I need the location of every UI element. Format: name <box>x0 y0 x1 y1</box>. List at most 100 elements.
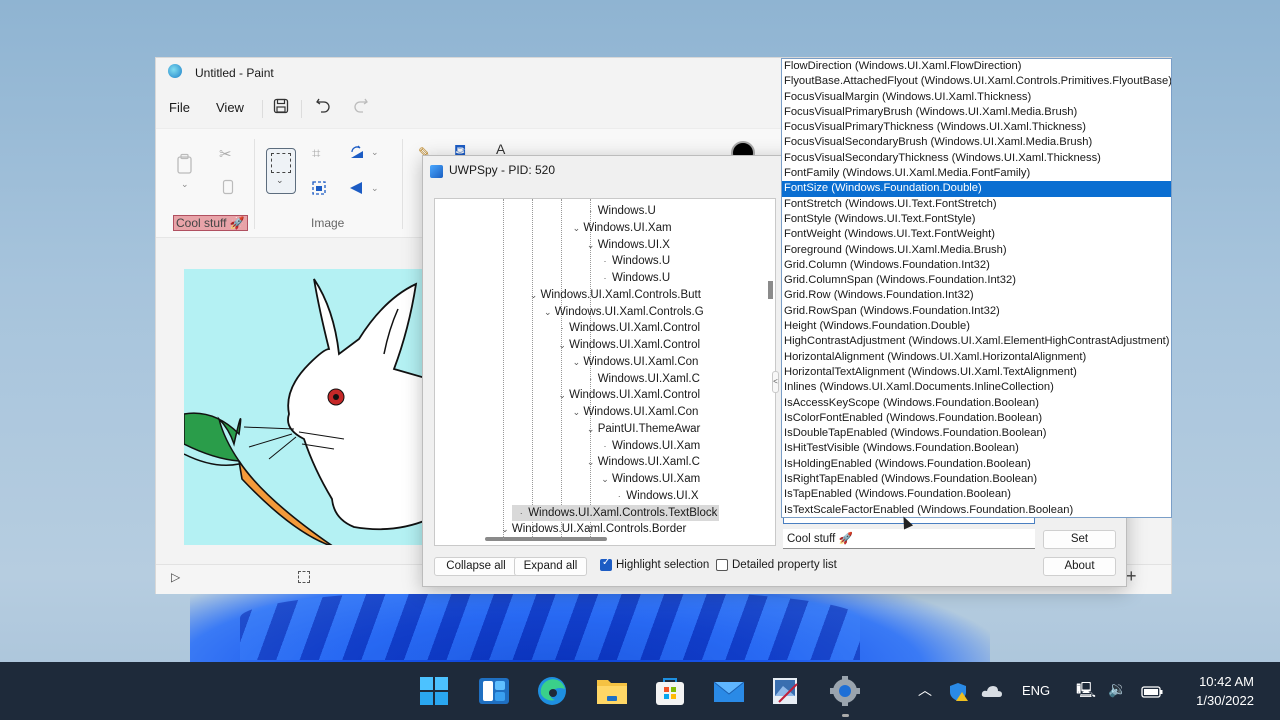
rotate-icon[interactable] <box>349 145 365 163</box>
property-option[interactable]: IsTextScaleFactorEnabled (Windows.Founda… <box>782 503 1171 517</box>
property-option[interactable]: FocusVisualMargin (Windows.UI.Xaml.Thick… <box>782 90 1171 105</box>
show-hidden-icons-chevron-icon[interactable]: ︿ <box>918 680 932 700</box>
property-option[interactable]: Grid.ColumnSpan (Windows.Foundation.Int3… <box>782 273 1171 288</box>
tree-node[interactable]: ⌄ Windows.UI.Xaml.Controls.Butt <box>527 287 701 303</box>
property-option[interactable]: FocusVisualPrimaryThickness (Windows.UI.… <box>782 120 1171 135</box>
paste-icon[interactable] <box>176 153 194 179</box>
flip-chevron-icon[interactable]: ⌄ <box>371 183 379 194</box>
property-dropdown-list[interactable]: FlowDirection (Windows.UI.Xaml.FlowDirec… <box>781 58 1172 518</box>
redo-icon[interactable] <box>353 97 369 117</box>
rotate-chevron-icon[interactable]: ⌄ <box>371 147 379 158</box>
checkbox-unchecked-icon[interactable] <box>716 559 728 571</box>
property-option[interactable]: IsColorFontEnabled (Windows.Foundation.B… <box>782 411 1171 426</box>
system-clock[interactable]: 10:42 AM 1/30/2022 <box>1196 672 1254 710</box>
element-tree[interactable]: · Windows.U ⌄ Windows.UI.Xam ⌄ Windows.UI.X · W… <box>434 198 776 546</box>
file-explorer-icon[interactable] <box>596 676 627 706</box>
expand-chevron-icon[interactable]: ⌄ <box>555 337 569 353</box>
defender-warning-icon[interactable] <box>949 682 969 702</box>
network-icon[interactable]: 🖳 <box>1076 680 1096 705</box>
menu-file[interactable]: File <box>169 100 190 115</box>
tree-node[interactable]: ⌄ PaintUI.ThemeAwar <box>584 421 700 437</box>
property-option[interactable]: Grid.RowSpan (Windows.Foundation.Int32) <box>782 304 1171 319</box>
property-option[interactable]: FontStretch (Windows.UI.Text.FontStretch… <box>782 197 1171 212</box>
zoom-in-icon[interactable]: + <box>1126 566 1137 587</box>
tree-node[interactable]: ⌄ Windows.UI.Xaml.Con <box>569 404 699 420</box>
edge-icon[interactable] <box>537 676 567 706</box>
tree-node[interactable]: · Windows.UI.Xam <box>598 438 701 454</box>
tree-node[interactable]: ⌄ Windows.UI.X <box>584 237 670 253</box>
about-button[interactable]: About <box>1043 557 1116 576</box>
property-value-input[interactable]: Cool stuff 🚀 <box>783 529 1035 549</box>
expand-chevron-icon[interactable]: ⌄ <box>498 521 512 537</box>
set-button[interactable]: Set <box>1043 530 1116 549</box>
resize-icon[interactable] <box>312 181 326 199</box>
drawing-canvas[interactable] <box>184 269 429 545</box>
property-option[interactable]: HorizontalAlignment (Windows.UI.Xaml.Hor… <box>782 350 1171 365</box>
panel-splitter-toggle[interactable]: < <box>772 371 779 393</box>
property-option[interactable]: FocusVisualPrimaryBrush (Windows.UI.Xaml… <box>782 105 1171 120</box>
expand-chevron-icon[interactable]: ⌄ <box>584 237 598 253</box>
language-indicator[interactable]: ENG <box>1022 683 1050 698</box>
menu-view[interactable]: View <box>216 100 244 115</box>
expand-chevron-icon[interactable]: ⌄ <box>541 304 555 320</box>
cut-icon[interactable]: ✂ <box>219 145 232 163</box>
tree-node[interactable]: ⌄ Windows.UI.Xaml.C <box>584 454 700 470</box>
property-option[interactable]: IsAccessKeyScope (Windows.Foundation.Boo… <box>782 396 1171 411</box>
settings-icon[interactable] <box>830 676 860 706</box>
property-option[interactable]: FlowDirection (Windows.UI.Xaml.FlowDirec… <box>782 59 1171 74</box>
property-option[interactable]: FontWeight (Windows.UI.Text.FontWeight) <box>782 227 1171 242</box>
property-option[interactable]: Grid.Column (Windows.Foundation.Int32) <box>782 258 1171 273</box>
tree-node[interactable]: ⌄ Windows.UI.Xaml.Control <box>555 387 700 403</box>
property-option[interactable]: IsDoubleTapEnabled (Windows.Foundation.B… <box>782 426 1171 441</box>
paste-dropdown-chevron-icon[interactable]: ⌄ <box>181 179 189 190</box>
expand-chevron-icon[interactable]: ⌄ <box>569 354 583 370</box>
highlight-selection-checkbox[interactable]: Highlight selection <box>600 557 709 571</box>
save-icon[interactable] <box>273 98 289 118</box>
property-option[interactable]: Grid.Row (Windows.Foundation.Int32) <box>782 288 1171 303</box>
property-option[interactable]: FontFamily (Windows.UI.Xaml.Media.FontFa… <box>782 166 1171 181</box>
property-option[interactable]: Foreground (Windows.UI.Xaml.Media.Brush) <box>782 243 1171 258</box>
expand-chevron-icon[interactable]: ⌄ <box>527 287 541 303</box>
tree-node[interactable]: ⌄ Windows.UI.Xaml.Controls.G <box>541 304 704 320</box>
property-option[interactable]: Height (Windows.Foundation.Double) <box>782 319 1171 334</box>
detailed-property-list-checkbox[interactable]: Detailed property list <box>716 559 837 571</box>
property-option[interactable]: IsHoldingEnabled (Windows.Foundation.Boo… <box>782 457 1171 472</box>
tree-node[interactable]: ⌄ Windows.UI.Xam <box>569 220 672 236</box>
tree-node[interactable]: · Windows.U <box>598 270 671 286</box>
property-option[interactable]: IsHitTestVisible (Windows.Foundation.Boo… <box>782 441 1171 456</box>
battery-icon[interactable] <box>1141 685 1163 698</box>
tree-node[interactable]: · Windows.UI.Xaml.Controls.TextBlock <box>512 504 720 521</box>
tree-node[interactable]: ⌄ Windows.UI.Xaml.Con <box>569 354 699 370</box>
expand-chevron-icon[interactable]: ⌄ <box>598 471 612 487</box>
flip-icon[interactable] <box>349 181 363 199</box>
copy-icon[interactable] <box>222 179 234 199</box>
property-option[interactable]: HorizontalTextAlignment (Windows.UI.Xaml… <box>782 365 1171 380</box>
expand-chevron-icon[interactable]: ⌄ <box>555 387 569 403</box>
undo-icon[interactable] <box>315 97 331 117</box>
property-option[interactable]: FocusVisualSecondaryThickness (Windows.U… <box>782 151 1171 166</box>
property-option[interactable]: FontSize (Windows.Foundation.Double) <box>782 181 1171 197</box>
select-tool-button[interactable]: ⌄ <box>266 148 296 194</box>
tree-node[interactable]: ⌄ Windows.UI.Xaml.Controls.Border <box>498 521 686 537</box>
store-icon[interactable] <box>655 676 685 706</box>
expand-chevron-icon[interactable]: ⌄ <box>569 220 583 236</box>
property-option[interactable]: FlyoutBase.AttachedFlyout (Windows.UI.Xa… <box>782 74 1171 89</box>
tree-node[interactable]: ⌄ Windows.UI.Xaml.Control <box>555 337 700 353</box>
widgets-icon[interactable] <box>479 676 509 706</box>
property-option[interactable]: FontStyle (Windows.UI.Text.FontStyle) <box>782 212 1171 227</box>
checkbox-checked-icon[interactable] <box>600 557 612 571</box>
paint-icon[interactable] <box>771 676 801 706</box>
volume-icon[interactable]: 🔉 <box>1108 680 1127 698</box>
tree-node[interactable]: · Windows.UI.X <box>612 488 699 504</box>
tree-node[interactable]: · Windows.U <box>598 253 671 269</box>
property-option[interactable]: IsTapEnabled (Windows.Foundation.Boolean… <box>782 487 1171 502</box>
collapse-all-button[interactable]: Collapse all <box>434 557 518 576</box>
expand-chevron-icon[interactable]: ⌄ <box>569 404 583 420</box>
expand-chevron-icon[interactable]: ⌄ <box>584 454 598 470</box>
tree-node[interactable]: · Windows.UI.Xaml.C <box>584 371 700 387</box>
tree-node[interactable]: ⌄ Windows.UI.Xam <box>598 471 700 487</box>
expand-all-button[interactable]: Expand all <box>514 557 587 576</box>
start-icon[interactable] <box>419 676 449 706</box>
property-option[interactable]: IsRightTapEnabled (Windows.Foundation.Bo… <box>782 472 1171 487</box>
tree-node[interactable]: · Windows.UI.Xaml.Control <box>555 320 701 336</box>
